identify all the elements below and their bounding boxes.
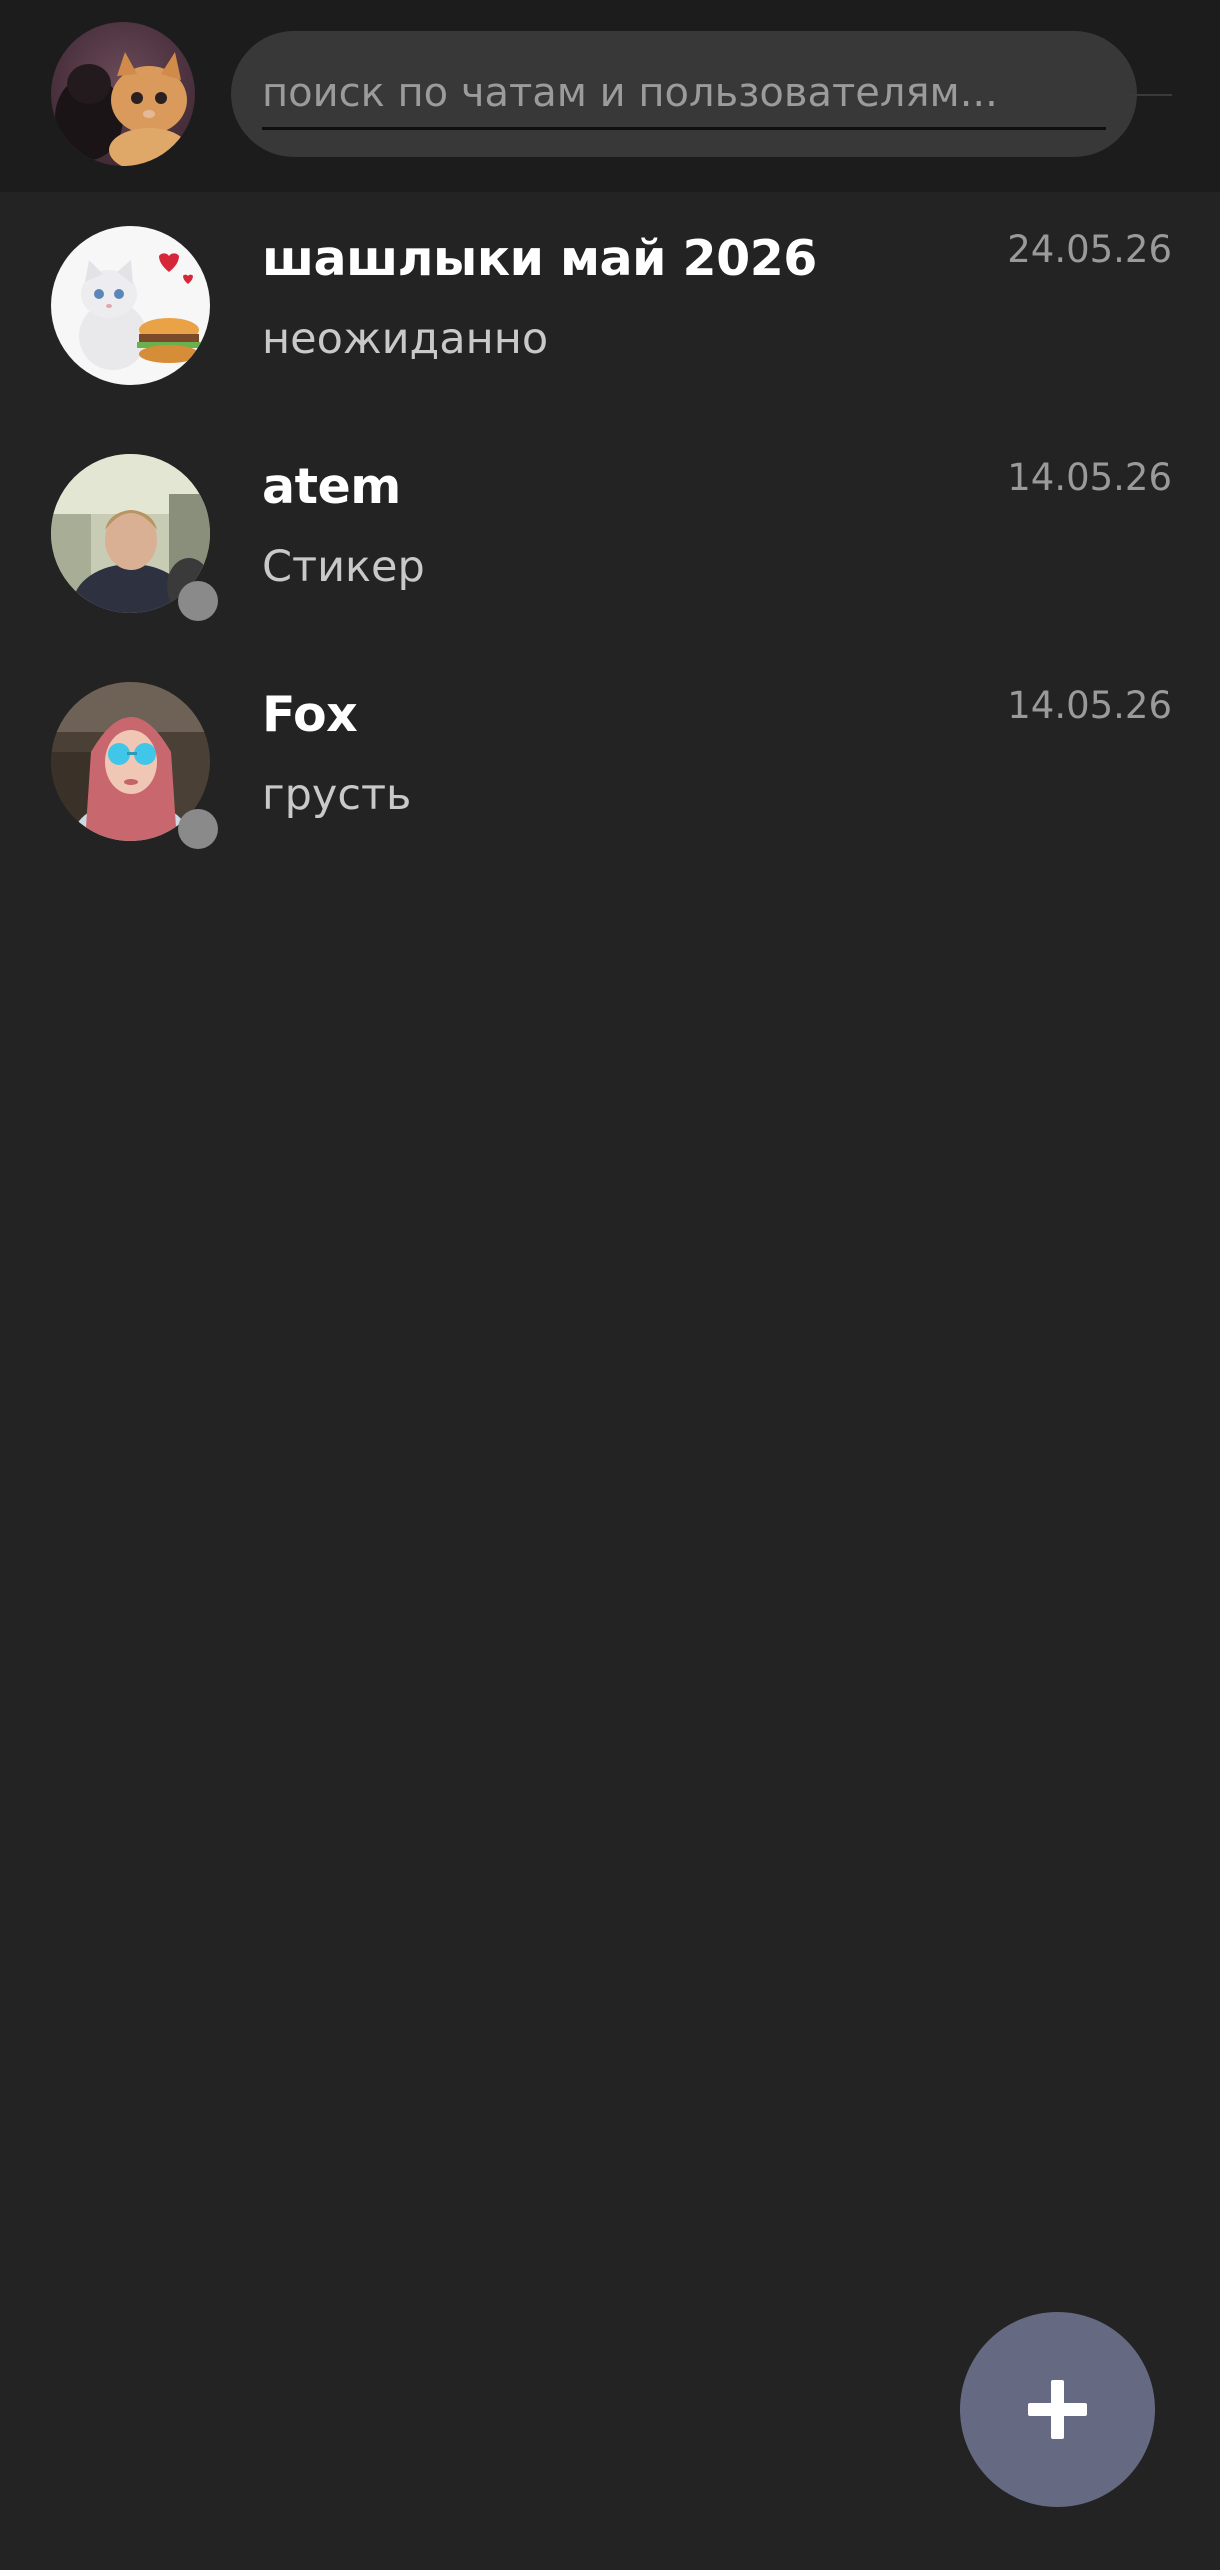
chat-list-item[interactable]: Fox грусть 14.05.26: [0, 682, 1220, 910]
cats-photo-icon: [51, 22, 195, 166]
chat-date: 24.05.26: [1007, 228, 1172, 271]
chat-name: atem: [262, 458, 401, 515]
chat-last-message: грусть: [262, 770, 412, 820]
chat-last-message: Стикер: [262, 542, 425, 592]
divider: [1130, 94, 1172, 96]
offline-status-indicator: [178, 809, 218, 849]
chat-name: шашлыки май 2026: [262, 230, 817, 287]
chat-name: Fox: [262, 686, 358, 743]
chat-date: 14.05.26: [1007, 684, 1172, 727]
search-field: [231, 31, 1137, 157]
new-chat-button[interactable]: [960, 2312, 1155, 2507]
plus-icon: [1028, 2380, 1087, 2439]
chat-list-item[interactable]: atem Стикер 14.05.26: [0, 454, 1220, 682]
chat-avatar: [51, 226, 210, 385]
chat-last-message: неожиданно: [262, 314, 549, 364]
kitten-burger-avatar-icon: [51, 226, 210, 385]
search-input[interactable]: [262, 59, 1106, 130]
chat-date: 14.05.26: [1007, 456, 1172, 499]
profile-avatar[interactable]: [51, 22, 195, 166]
chat-list-item[interactable]: шашлыки май 2026 неожиданно 24.05.26: [0, 226, 1220, 454]
offline-status-indicator: [178, 581, 218, 621]
top-bar: [0, 0, 1220, 192]
